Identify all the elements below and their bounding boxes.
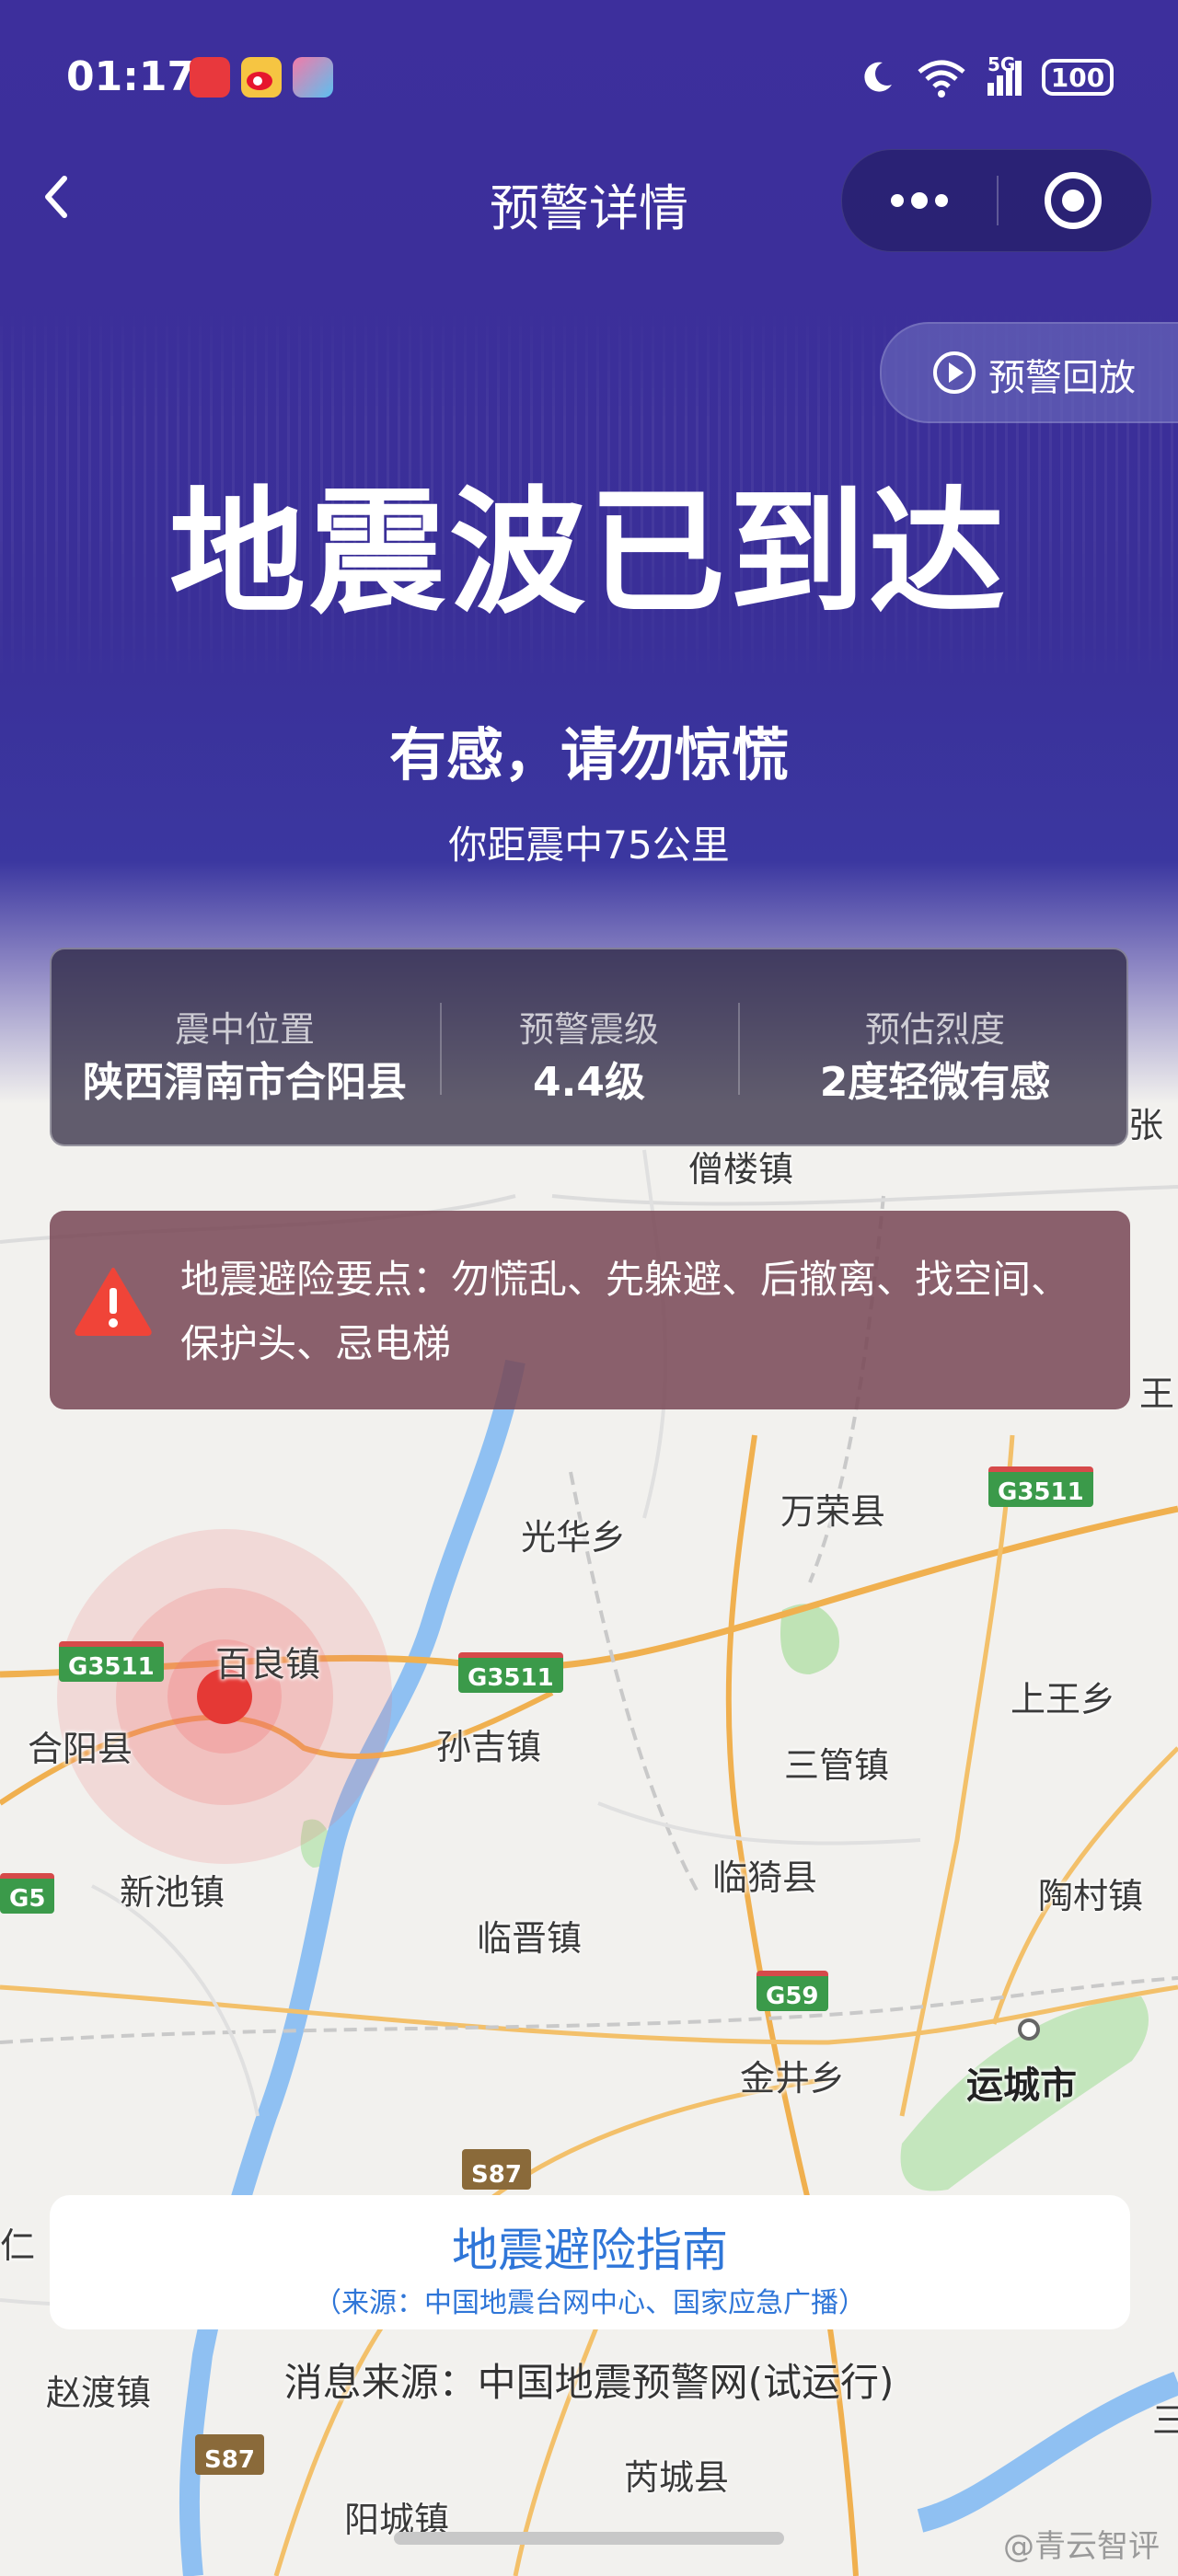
safety-tips-card: 地震避险要点：勿慌乱、先躲避、后撤离、找空间、保护头、忌电梯 (50, 1211, 1130, 1409)
earthquake-alert-page: 僧楼镇 张 王 光华乡 万荣县 百良镇 合阳县 孙吉镇 上王乡 三管镇 新池镇 … (0, 0, 1178, 2576)
signal-icon: 5G (987, 53, 1022, 96)
map-label-jinjing: 金井乡 (740, 2058, 846, 2099)
map-label-bailiang: 百良镇 (215, 1644, 321, 1685)
close-miniprogram-button[interactable] (1045, 172, 1102, 229)
message-source: 消息来源：中国地震预警网(试运行) (283, 2360, 895, 2405)
epicenter-distance: 你距震中75公里 (448, 822, 730, 868)
road-shield-g3511: G3511 (988, 1466, 1093, 1507)
more-button[interactable] (884, 168, 954, 233)
quake-info-card: 震中位置 陕西渭南市合阳县 预警震级 4.4级 预估烈度 2度轻微有感 (50, 948, 1128, 1146)
guide-link[interactable]: 地震避险指南 (50, 2214, 1130, 2280)
status-time: 01:17 (66, 53, 196, 100)
xiaohongshu-icon (190, 57, 230, 98)
watermark: @青云智评 (1003, 2528, 1160, 2565)
intensity-info: 预估烈度 2度轻微有感 (740, 949, 1130, 1148)
map-label-sanguan: 三管镇 (784, 1745, 890, 1786)
map-label-ren: 仁 (0, 2225, 36, 2266)
home-indicator[interactable] (394, 2532, 784, 2545)
map-label-wang: 王 (1139, 1374, 1175, 1414)
road-shield-g3511: G3511 (59, 1641, 164, 1682)
battery-level: 100 (1050, 62, 1105, 93)
alert-subline: 有感，请勿惊慌 (388, 721, 789, 788)
miniprogram-capsule (841, 149, 1152, 252)
magnitude-label: 预警震级 (518, 1009, 659, 1050)
status-right: 5G 100 (859, 53, 1114, 98)
map-label-wanrong: 万荣县 (780, 1491, 886, 1532)
map-label-guanghua: 光华乡 (521, 1517, 627, 1558)
intensity-label: 预估烈度 (864, 1009, 1005, 1050)
battery-icon: 100 (1042, 59, 1114, 96)
road-shield-g3511: G3511 (458, 1652, 563, 1693)
map-label-zhang: 张 (1128, 1105, 1164, 1145)
status-bar: 01:17 5G 100 (0, 46, 1178, 110)
warning-icon (75, 1268, 152, 1336)
intensity-value: 2度轻微有感 (819, 1059, 1051, 1106)
magnitude-value: 4.4级 (533, 1059, 645, 1106)
road-shield-g59: G59 (756, 1971, 828, 2011)
guide-source: （来源：中国地震台网中心、国家应急广播） (314, 2287, 866, 2319)
moon-icon (864, 62, 892, 92)
alert-headline: 地震波已到达 (169, 474, 1009, 632)
map-label-xinchi: 新池镇 (120, 1872, 225, 1913)
wifi-icon (918, 60, 965, 98)
map-label-yuncheng: 运城市 (966, 2064, 1077, 2107)
map-label-linyi: 临猗县 (712, 1857, 818, 1898)
epicenter-info: 震中位置 陕西渭南市合阳县 (52, 949, 438, 1148)
road-shield-g5: G5 (0, 1873, 55, 1914)
weibo-icon (241, 57, 282, 98)
epicenter-value: 陕西渭南市合阳县 (83, 1059, 407, 1106)
map-label-linjin: 临晋镇 (477, 1918, 583, 1959)
earthquake-guide-card[interactable]: 地震避险指南 （来源：中国地震台网中心、国家应急广播） (50, 2195, 1130, 2329)
map-label-shangwang: 上王乡 (1011, 1679, 1116, 1719)
road-shield-s87: S87 (462, 2149, 531, 2190)
capsule-divider (997, 176, 999, 225)
nav-bar: 预警详情 (0, 147, 1178, 252)
magnitude-info: 预警震级 4.4级 (442, 949, 736, 1148)
game-icon (293, 57, 333, 98)
map-label-taocun: 陶村镇 (1038, 1876, 1144, 1916)
road-shield-s87: S87 (195, 2434, 264, 2475)
map-label-sunji: 孙吉镇 (436, 1727, 542, 1767)
alert-replay-label: 预警回放 (988, 357, 1136, 399)
map-label-zenglou: 僧楼镇 (688, 1149, 794, 1190)
map-label-heyang: 合阳县 (28, 1729, 133, 1769)
epicenter-label: 震中位置 (174, 1009, 315, 1050)
play-icon (933, 351, 976, 394)
safety-tips-text: 地震避险要点：勿慌乱、先躲避、后撤离、找空间、保护头、忌电梯 (180, 1257, 1070, 1366)
alert-replay-button[interactable]: 预警回放 (880, 322, 1178, 423)
map-label-ruicheng: 芮城县 (624, 2457, 730, 2498)
network-type: 5G (987, 53, 1016, 75)
